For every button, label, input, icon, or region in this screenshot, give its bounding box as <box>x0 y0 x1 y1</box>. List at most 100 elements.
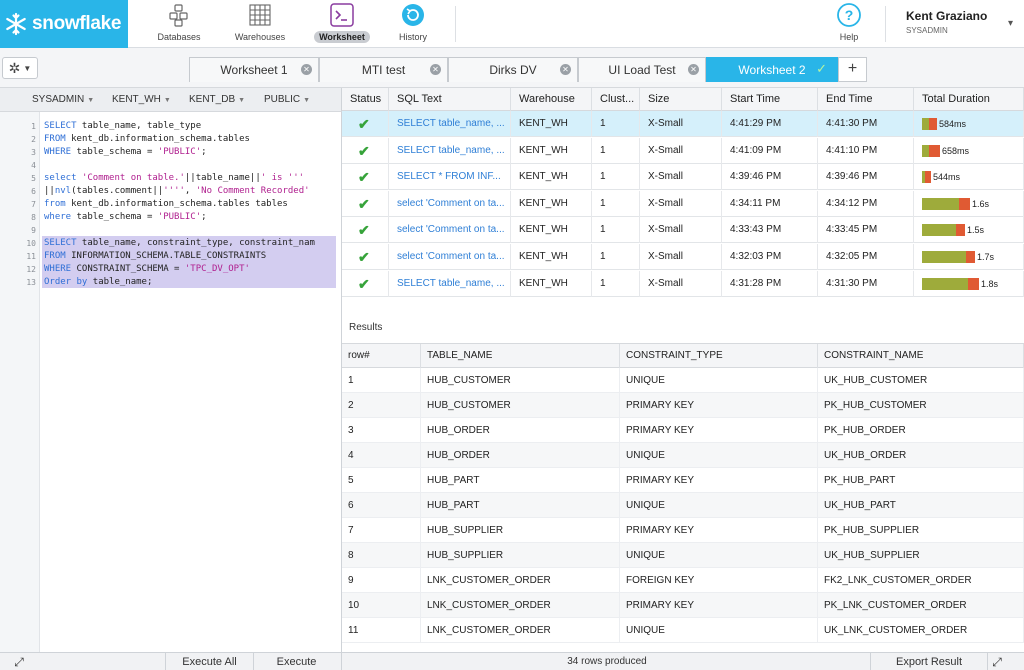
schema-selector[interactable]: PUBLIC ▼ <box>264 94 310 105</box>
user-menu[interactable]: Kent Graziano SYSADMIN <box>906 9 987 35</box>
history-column-header[interactable]: Size <box>640 88 722 111</box>
table-row[interactable]: 7 HUB_SUPPLIER PRIMARY KEY PK_HUB_SUPPLIER <box>342 518 1024 543</box>
line-number: 11 <box>26 252 36 261</box>
constraint-type-cell: UNIQUE <box>620 618 818 643</box>
status-cell: ✔ <box>342 244 389 270</box>
table-row[interactable]: 8 HUB_SUPPLIER UNIQUE UK_HUB_SUPPLIER <box>342 543 1024 568</box>
add-worksheet-button[interactable]: + <box>838 57 867 82</box>
constraint-type-cell: UNIQUE <box>620 493 818 518</box>
nav-history[interactable]: History <box>373 0 453 48</box>
duration-label: 1.5s <box>967 225 985 236</box>
results-column-header[interactable]: CONSTRAINT_TYPE <box>620 344 818 368</box>
table-name-cell: HUB_SUPPLIER <box>421 543 620 568</box>
history-column-header[interactable]: Clust... <box>592 88 640 111</box>
tab-mti-test[interactable]: MTI test ✕ <box>319 57 448 82</box>
history-row[interactable]: ✔ select 'Comment on ta... KENT_WH 1 X-Small… <box>342 217 1024 244</box>
row-number-cell: 7 <box>342 518 421 543</box>
worksheet-tabs-bar: ✲ ▼ Worksheet 1 ✕ MTI test ✕ Dirks DV ✕ U… <box>0 48 1024 88</box>
warehouse-cell: KENT_WH <box>511 217 592 244</box>
constraint-name-cell: FK2_LNK_CUSTOMER_ORDER <box>818 568 1024 593</box>
tab-dirks-dv[interactable]: Dirks DV ✕ <box>448 57 578 82</box>
sql-text-cell[interactable]: SELECT table_name, ... <box>389 137 511 164</box>
nav-worksheet[interactable]: Worksheet <box>302 0 382 48</box>
history-row[interactable]: ✔ select 'Comment on ta... KENT_WH 1 X-Small… <box>342 190 1024 217</box>
sql-editor[interactable]: 1 2 3 4 5 6 7 8 9 10 11 12 13 SELECT table_name, tab… <box>0 112 342 652</box>
user-name: Kent Graziano <box>906 9 988 23</box>
settings-dropdown-button[interactable]: ✲ ▼ <box>2 57 38 79</box>
start-time-cell: 4:32:03 PM <box>722 244 818 270</box>
chevron-down-icon[interactable]: ▾ <box>1008 18 1013 29</box>
close-icon[interactable]: ✕ <box>430 64 441 75</box>
size-cell: X-Small <box>640 111 722 137</box>
close-icon[interactable]: ✕ <box>688 64 699 75</box>
history-column-header[interactable]: Warehouse <box>511 88 592 111</box>
results-table: row# TABLE_NAME CONSTRAINT_TYPE CONSTRAINT_… <box>342 343 1024 652</box>
export-result-button[interactable]: Export Result <box>870 653 988 670</box>
table-row[interactable]: 11 LNK_CUSTOMER_ORDER UNIQUE UK_LNK_CUSTOME… <box>342 618 1024 643</box>
sql-text-cell[interactable]: SELECT table_name, ... <box>389 270 511 297</box>
rows-produced-count: 34 rows produced <box>567 656 647 667</box>
expand-icon[interactable]: ⤢ <box>12 655 26 669</box>
sql-text-cell[interactable]: SELECT * FROM INF... <box>389 164 511 191</box>
sql-text-cell[interactable]: select 'Comment on ta... <box>389 244 511 270</box>
results-column-header[interactable]: row# <box>342 344 421 368</box>
results-column-header[interactable]: CONSTRAINT_NAME <box>818 344 1024 368</box>
table-name-cell: HUB_PART <box>421 468 620 493</box>
history-column-header[interactable]: Total Duration <box>914 88 1024 111</box>
constraint-type-cell: PRIMARY KEY <box>620 468 818 493</box>
caret-down-icon: ▼ <box>87 97 95 104</box>
cluster-cell: 1 <box>592 137 640 164</box>
history-row[interactable]: ✔ SELECT table_name, ... KENT_WH 1 X-Small 4:… <box>342 111 1024 137</box>
constraint-name-cell: UK_HUB_PART <box>818 493 1024 518</box>
history-column-header[interactable]: SQL Text <box>389 88 511 111</box>
nav-databases[interactable]: Databases <box>139 0 219 48</box>
table-row[interactable]: 1 HUB_CUSTOMER UNIQUE UK_HUB_CUSTOMER <box>342 368 1024 393</box>
editor-footer: ⤢ Execute All Execute <box>0 652 342 670</box>
sql-text-cell[interactable]: select 'Comment on ta... <box>389 190 511 217</box>
expand-icon[interactable]: ⤢ <box>990 655 1004 669</box>
tab-ui-load-test[interactable]: UI Load Test ✕ <box>578 57 706 82</box>
code-line: select 'Comment on table.'||table_name||… <box>44 173 305 183</box>
svg-text:?: ? <box>845 7 854 23</box>
sql-text-cell[interactable]: select 'Comment on ta... <box>389 217 511 244</box>
constraint-name-cell: PK_HUB_ORDER <box>818 418 1024 443</box>
line-number: 8 <box>31 213 36 222</box>
table-row[interactable]: 6 HUB_PART UNIQUE UK_HUB_PART <box>342 493 1024 518</box>
nav-warehouses[interactable]: Warehouses <box>220 0 300 48</box>
tab-worksheet-2[interactable]: Worksheet 2 ✓ <box>706 57 838 82</box>
tab-label: Worksheet 1 <box>220 63 288 77</box>
database-selector[interactable]: KENT_DB ▼ <box>189 94 245 105</box>
history-column-header[interactable]: Status <box>342 88 389 111</box>
history-row[interactable]: ✔ SELECT table_name, ... KENT_WH 1 X-Small 4:… <box>342 270 1024 297</box>
nav-help[interactable]: ? Help <box>809 0 889 48</box>
line-number-gutter: 1 2 3 4 5 6 7 8 9 10 11 12 13 <box>0 112 40 652</box>
start-time-cell: 4:31:28 PM <box>722 270 818 297</box>
table-row[interactable]: 3 HUB_ORDER PRIMARY KEY PK_HUB_ORDER <box>342 418 1024 443</box>
close-icon[interactable]: ✕ <box>560 64 571 75</box>
row-number-cell: 10 <box>342 593 421 618</box>
snowflake-logo[interactable]: snowflake <box>0 0 128 48</box>
line-number: 7 <box>31 200 36 209</box>
table-row[interactable]: 5 HUB_PART PRIMARY KEY PK_HUB_PART <box>342 468 1024 493</box>
tab-worksheet-1[interactable]: Worksheet 1 ✕ <box>189 57 319 82</box>
sql-text-cell[interactable]: SELECT table_name, ... <box>389 111 511 137</box>
execute-all-button[interactable]: Execute All <box>165 653 253 670</box>
table-row[interactable]: 2 HUB_CUSTOMER PRIMARY KEY PK_HUB_CUSTOMER <box>342 393 1024 418</box>
code-line: ||nvl(tables.comment||'''', 'No Comment … <box>44 186 310 196</box>
table-row[interactable]: 4 HUB_ORDER UNIQUE UK_HUB_ORDER <box>342 443 1024 468</box>
warehouse-selector[interactable]: KENT_WH ▼ <box>112 94 171 105</box>
close-icon[interactable]: ✕ <box>301 64 312 75</box>
execute-button[interactable]: Execute <box>253 653 339 670</box>
history-row[interactable]: ✔ SELECT * FROM INF... KENT_WH 1 X-Small 4:39… <box>342 164 1024 191</box>
history-header: Status SQL Text Warehouse Clust... Size Start… <box>342 88 1024 111</box>
role-selector[interactable]: SYSADMIN ▼ <box>32 94 94 105</box>
history-column-header[interactable]: Start Time <box>722 88 818 111</box>
history-row[interactable]: ✔ SELECT table_name, ... KENT_WH 1 X-Small 4:… <box>342 137 1024 164</box>
line-number: 13 <box>26 278 36 287</box>
results-column-header[interactable]: TABLE_NAME <box>421 344 620 368</box>
history-column-header[interactable]: End Time <box>818 88 914 111</box>
history-row[interactable]: ✔ select 'Comment on ta... KENT_WH 1 X-Small… <box>342 244 1024 270</box>
table-row[interactable]: 9 LNK_CUSTOMER_ORDER FOREIGN KEY FK2_LNK_CU… <box>342 568 1024 593</box>
table-row[interactable]: 10 LNK_CUSTOMER_ORDER PRIMARY KEY PK_LNK_CU… <box>342 593 1024 618</box>
code-line: FROM kent_db.information_schema.tables <box>44 134 250 144</box>
